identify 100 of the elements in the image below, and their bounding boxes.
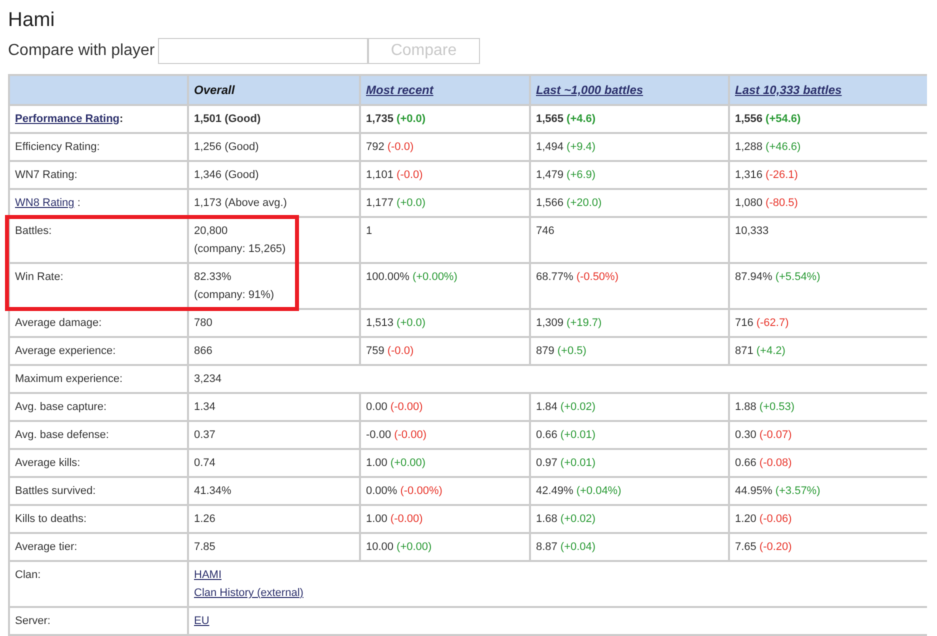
- stat-value: 0.30: [735, 428, 756, 442]
- row-label: Avg. base capture:: [10, 394, 187, 420]
- stat-change: (-0.00): [390, 400, 423, 414]
- stat-value: 1.88: [735, 400, 756, 414]
- stat-value: 1.84: [536, 400, 558, 414]
- stat-change: (-0.08): [759, 456, 792, 470]
- stat-value: 1,479: [536, 168, 564, 182]
- stat-value: 1,513: [366, 316, 394, 330]
- row-label: Avg. base defense:: [10, 422, 187, 448]
- stat-value: 879: [536, 344, 554, 358]
- stat-value: 1.68: [536, 512, 558, 526]
- stat-value: 716: [735, 316, 754, 330]
- stat-change: (-0.0): [387, 344, 414, 358]
- stat-value: 1,288: [735, 140, 763, 154]
- label-suffix: :: [76, 197, 80, 209]
- stat-value: 1.00: [366, 456, 388, 470]
- stat-change: (+0.02): [560, 512, 596, 526]
- stat-value: 1,565: [536, 112, 564, 126]
- table-cell: 1,173 (Above avg.): [189, 190, 359, 216]
- stat-change: (-0.00%): [400, 484, 442, 498]
- stat-change: (+54.6): [766, 112, 801, 126]
- table-cell: 10,333: [730, 218, 927, 262]
- stat-change: (+9.4): [566, 140, 596, 154]
- label-suffix: :: [120, 113, 124, 125]
- stat-value: 871: [735, 344, 754, 358]
- stat-change: (-0.0): [387, 140, 414, 154]
- stat-change: (+0.5): [557, 344, 586, 358]
- stat-change: (+19.7): [566, 316, 602, 330]
- table-cell: 1: [361, 218, 529, 262]
- stat-change: (-0.06): [759, 512, 792, 526]
- stat-value: 1,177: [366, 196, 394, 210]
- stat-value: 82.33%: [194, 270, 232, 284]
- stat-change: (+0.0): [396, 112, 426, 126]
- table-cell: 866: [189, 338, 359, 364]
- stat-value: 759: [366, 344, 384, 358]
- stat-change: (-0.00): [390, 512, 423, 526]
- stat-change: (+3.57%): [775, 484, 820, 498]
- stat-value: 1,080: [735, 196, 763, 210]
- stat-change: (+0.01): [560, 456, 596, 470]
- stat-change: (+0.04): [560, 540, 596, 554]
- stat-value: 7.65: [735, 540, 756, 554]
- stat-change: (-0.50%): [576, 270, 618, 284]
- table-cell: 3,234: [189, 366, 927, 392]
- rating-link[interactable]: Performance Rating: [15, 113, 120, 125]
- row-label: Efficiency Rating:: [10, 134, 187, 160]
- row-label: Kills to deaths:: [10, 506, 187, 532]
- clan-link[interactable]: HAMI: [194, 568, 222, 582]
- stat-change: (+0.00%): [412, 270, 458, 284]
- stat-change: (+0.00): [396, 540, 432, 554]
- row-label: Clan:: [10, 562, 187, 606]
- stat-value: 10.00: [366, 540, 394, 554]
- stat-value: 1,101: [366, 168, 394, 182]
- stat-value: 0.00%: [366, 484, 398, 498]
- row-label: Average damage:: [10, 310, 187, 336]
- clan-link[interactable]: Clan History (external): [194, 586, 304, 600]
- table-cell: 1,501 (Good): [189, 106, 359, 132]
- stat-note: (company: 15,265): [194, 242, 287, 256]
- player-name: Hami: [8, 8, 56, 32]
- player-input[interactable]: [158, 38, 368, 64]
- stat-change: (+6.9): [566, 168, 596, 182]
- stat-value: 1,316: [735, 168, 763, 182]
- table-cell: 7.85: [189, 534, 359, 560]
- stat-value: 1,735: [366, 112, 394, 126]
- stat-value: 100.00%: [366, 270, 410, 284]
- table-cell: 1.26: [189, 506, 359, 532]
- stat-change: (-0.07): [759, 428, 792, 442]
- row-label: Win Rate:: [10, 264, 187, 308]
- stat-change: (+0.02): [560, 400, 596, 414]
- rating-link[interactable]: WN8 Rating: [15, 197, 74, 209]
- table-cell: 1.34: [189, 394, 359, 420]
- stat-value: 1,309: [536, 316, 564, 330]
- stat-change: (+46.6): [766, 140, 801, 154]
- stat-note: (company: 91%): [194, 288, 276, 302]
- table-cell: 1,256 (Good): [189, 134, 359, 160]
- stat-value: 42.49%: [536, 484, 574, 498]
- row-label: Average tier:: [10, 534, 187, 560]
- stat-value: 1,494: [536, 140, 564, 154]
- stat-change: (+20.0): [566, 196, 602, 210]
- stat-value: 68.77%: [536, 270, 574, 284]
- stat-value: 0.66: [536, 428, 558, 442]
- stat-change: (-0.0): [396, 168, 423, 182]
- stat-value: 20,800: [194, 224, 228, 238]
- stat-change: (+0.0): [396, 196, 426, 210]
- stat-change: (+0.01): [560, 428, 596, 442]
- stat-value: 1,556: [735, 112, 763, 126]
- stat-change: (-0.20): [759, 540, 792, 554]
- stat-change: (+4.6): [566, 112, 596, 126]
- clan-link[interactable]: EU: [194, 614, 210, 628]
- table-cell: 780: [189, 310, 359, 336]
- stat-value: 1.20: [735, 512, 756, 526]
- table-cell: 746: [531, 218, 728, 262]
- stat-change: (-26.1): [766, 168, 798, 182]
- column-heading: Overall: [194, 83, 235, 97]
- stat-value: 0.66: [735, 456, 756, 470]
- stat-value: 0.97: [536, 456, 558, 470]
- stat-change: (+0.53): [759, 400, 795, 414]
- stat-change: (-80.5): [766, 196, 798, 210]
- stat-change: (+0.00): [390, 456, 426, 470]
- compare-label: Compare with player: [8, 41, 155, 61]
- stat-change: (+0.0): [396, 316, 426, 330]
